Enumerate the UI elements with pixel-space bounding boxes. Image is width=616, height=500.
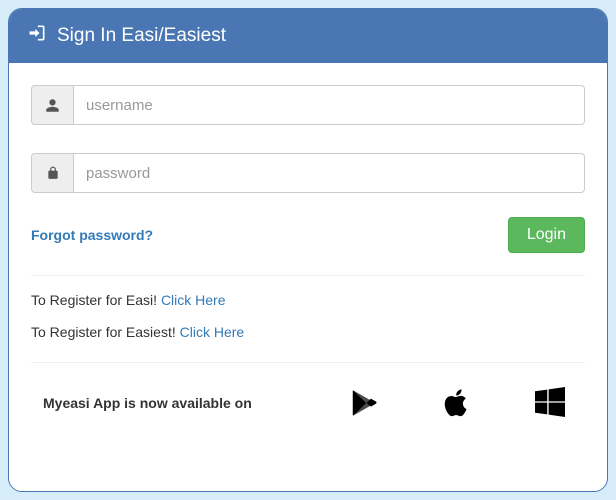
card-header: Sign In Easi/Easiest <box>9 9 607 63</box>
username-input[interactable] <box>73 85 585 125</box>
app-promo-text: Myeasi App is now available on <box>43 395 252 411</box>
card-body: Forgot password? Login To Register for E… <box>9 63 607 491</box>
apple-icon[interactable] <box>443 387 471 419</box>
register-easi-line: To Register for Easi! Click Here <box>31 292 585 308</box>
password-group <box>31 153 585 193</box>
username-group <box>31 85 585 125</box>
windows-icon[interactable] <box>535 387 565 419</box>
login-card: Sign In Easi/Easiest Forgot password? Lo… <box>8 8 608 492</box>
header-title: Sign In Easi/Easiest <box>57 25 226 47</box>
forgot-password-link[interactable]: Forgot password? <box>31 227 153 243</box>
register-easiest-text: To Register for Easiest! <box>31 324 180 340</box>
app-promo-row: Myeasi App is now available on <box>31 379 585 419</box>
google-play-icon[interactable] <box>349 387 379 419</box>
user-icon <box>31 85 73 125</box>
register-easi-link[interactable]: Click Here <box>161 292 226 308</box>
register-easiest-link[interactable]: Click Here <box>180 324 245 340</box>
password-input[interactable] <box>73 153 585 193</box>
separator-2 <box>31 362 585 363</box>
login-button[interactable]: Login <box>508 217 585 253</box>
separator <box>31 275 585 276</box>
lock-icon <box>31 153 73 193</box>
register-easiest-line: To Register for Easiest! Click Here <box>31 324 585 340</box>
register-easi-text: To Register for Easi! <box>31 292 161 308</box>
actions-row: Forgot password? Login <box>31 217 585 253</box>
signin-arrow-icon <box>27 23 47 49</box>
app-store-icons <box>349 387 565 419</box>
